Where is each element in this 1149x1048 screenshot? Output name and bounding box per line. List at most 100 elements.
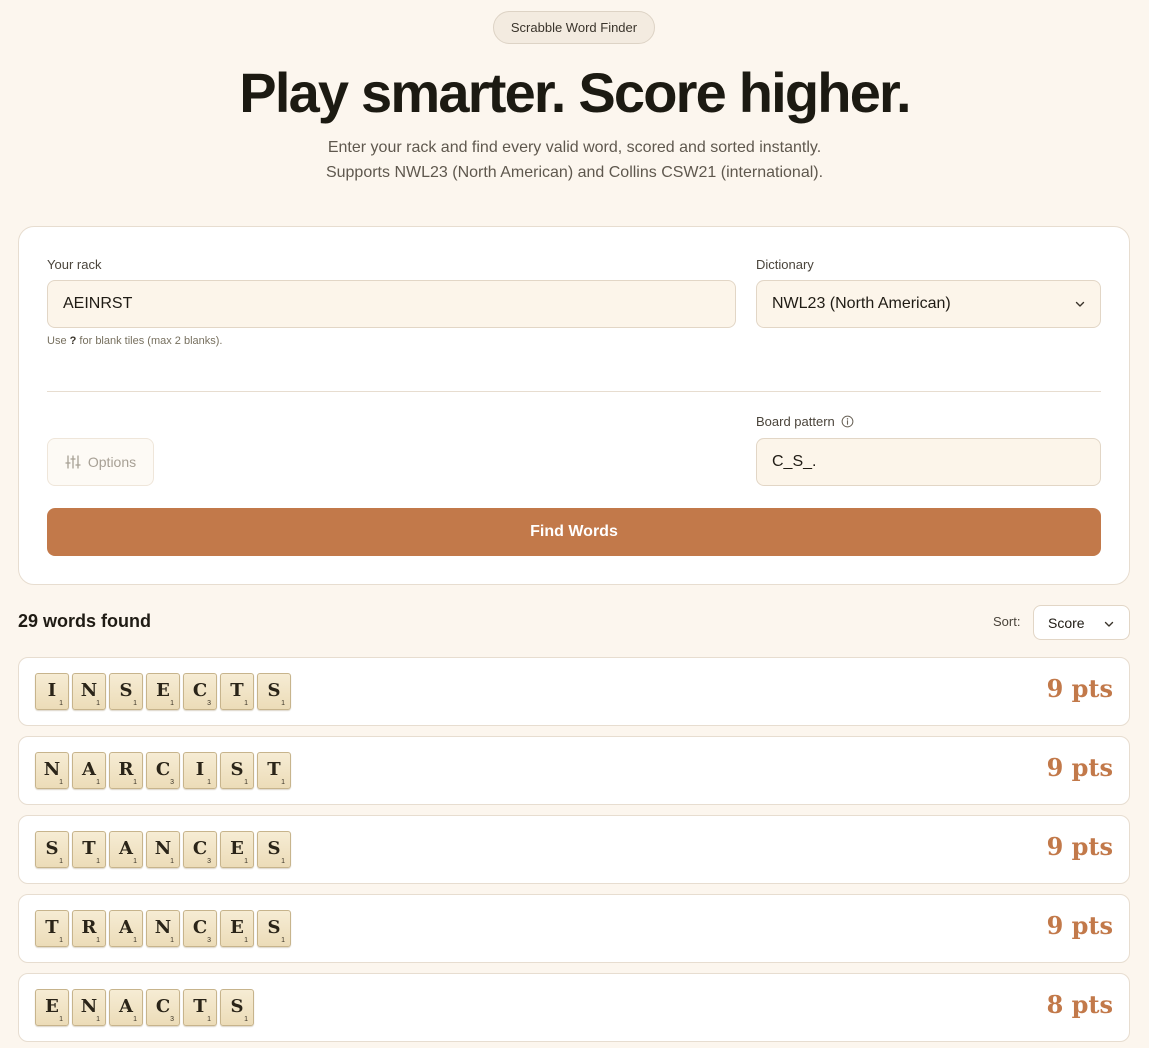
letter-tile: C3 bbox=[146, 752, 180, 789]
letter-tile: E1 bbox=[35, 989, 69, 1026]
sort-select[interactable]: Score bbox=[1033, 605, 1130, 640]
tile-value: 1 bbox=[133, 1016, 137, 1023]
chevron-down-icon bbox=[1104, 621, 1114, 627]
tile-value: 3 bbox=[207, 937, 211, 944]
tile-value: 1 bbox=[170, 858, 174, 865]
word-result-row[interactable]: S1T1A1N1C3E1S19 pts bbox=[18, 815, 1130, 884]
letter-tile: I1 bbox=[183, 752, 217, 789]
word-result-row[interactable]: E1N1A1C3T1S18 pts bbox=[18, 973, 1130, 1042]
letter-tile: S1 bbox=[220, 989, 254, 1026]
letter-tile: T1 bbox=[183, 989, 217, 1026]
tile-value: 1 bbox=[244, 858, 248, 865]
options-button[interactable]: Options bbox=[47, 438, 154, 486]
rack-input[interactable]: AEINRST bbox=[47, 280, 736, 328]
letter-tile: S1 bbox=[257, 910, 291, 947]
tile-value: 1 bbox=[59, 858, 63, 865]
tile-value: 1 bbox=[281, 779, 285, 786]
tile-letter: T bbox=[230, 680, 244, 701]
word-result-row[interactable]: N1A1R1C3I1S1T19 pts bbox=[18, 736, 1130, 805]
dictionary-label: Dictionary bbox=[756, 257, 814, 272]
tile-letter: A bbox=[119, 996, 133, 1017]
letter-tile: N1 bbox=[35, 752, 69, 789]
word-tiles: N1A1R1C3I1S1T1 bbox=[35, 752, 291, 789]
tile-letter: T bbox=[267, 759, 281, 780]
letter-tile: E1 bbox=[220, 910, 254, 947]
letter-tile: T1 bbox=[35, 910, 69, 947]
tile-letter: E bbox=[230, 838, 244, 859]
letter-tile: N1 bbox=[72, 989, 106, 1026]
tile-value: 1 bbox=[281, 858, 285, 865]
tile-letter: A bbox=[119, 838, 133, 859]
tile-letter: I bbox=[195, 759, 205, 780]
letter-tile: S1 bbox=[257, 673, 291, 710]
tile-value: 3 bbox=[170, 1016, 174, 1023]
chevron-down-icon bbox=[1075, 301, 1085, 307]
tile-value: 1 bbox=[244, 1016, 248, 1023]
tile-value: 1 bbox=[59, 779, 63, 786]
letter-tile: E1 bbox=[220, 831, 254, 868]
rack-input-value: AEINRST bbox=[63, 295, 133, 312]
tile-letter: S bbox=[45, 838, 59, 859]
tile-letter: N bbox=[80, 996, 98, 1017]
tile-letter: E bbox=[156, 680, 170, 701]
word-score: 9 pts bbox=[1046, 832, 1113, 861]
tile-value: 3 bbox=[207, 700, 211, 707]
tile-letter: C bbox=[155, 996, 171, 1017]
letter-tile: T1 bbox=[72, 831, 106, 868]
tile-value: 1 bbox=[133, 779, 137, 786]
letter-tile: R1 bbox=[72, 910, 106, 947]
word-tiles: S1T1A1N1C3E1S1 bbox=[35, 831, 291, 868]
word-score: 9 pts bbox=[1046, 674, 1113, 703]
letter-tile: A1 bbox=[72, 752, 106, 789]
tile-letter: S bbox=[230, 759, 244, 780]
find-words-button[interactable]: Find Words bbox=[47, 508, 1101, 556]
page-subtitle-line2: Supports NWL23 (North American) and Coll… bbox=[325, 164, 824, 181]
word-result-row[interactable]: I1N1S1E1C3T1S19 pts bbox=[18, 657, 1130, 726]
word-score: 9 pts bbox=[1046, 753, 1113, 782]
tile-letter: T bbox=[45, 917, 59, 938]
page: Scrabble Word Finder Play smarter. Score… bbox=[0, 0, 1149, 1048]
dictionary-select[interactable]: NWL23 (North American) bbox=[756, 280, 1101, 328]
board-pattern-label: Board pattern bbox=[756, 414, 835, 429]
form-divider bbox=[47, 391, 1101, 392]
tile-value: 1 bbox=[244, 700, 248, 707]
tile-value: 1 bbox=[207, 779, 211, 786]
tile-letter: E bbox=[230, 917, 244, 938]
tile-letter: A bbox=[119, 917, 133, 938]
tile-value: 1 bbox=[59, 700, 63, 707]
tile-value: 1 bbox=[244, 937, 248, 944]
tile-letter: S bbox=[119, 680, 133, 701]
letter-tile: A1 bbox=[109, 989, 143, 1026]
rack-hint-suffix: for blank tiles (max 2 blanks). bbox=[79, 335, 223, 347]
tile-value: 1 bbox=[96, 1016, 100, 1023]
tile-value: 3 bbox=[170, 779, 174, 786]
letter-tile: N1 bbox=[72, 673, 106, 710]
options-label: Options bbox=[87, 454, 137, 470]
info-icon[interactable] bbox=[841, 415, 854, 428]
board-pattern-input[interactable]: C_S_. bbox=[756, 438, 1101, 486]
tile-letter: R bbox=[81, 917, 97, 938]
tile-value: 3 bbox=[207, 858, 211, 865]
tile-value: 1 bbox=[244, 779, 248, 786]
tile-value: 1 bbox=[133, 858, 137, 865]
letter-tile: C3 bbox=[183, 673, 217, 710]
tile-value: 1 bbox=[133, 700, 137, 707]
rack-hint-key: ? bbox=[69, 335, 77, 347]
results-count: 29 words found bbox=[18, 611, 152, 631]
tile-letter: T bbox=[193, 996, 207, 1017]
sort-label: Sort: bbox=[993, 614, 1021, 629]
letter-tile: S1 bbox=[35, 831, 69, 868]
tile-value: 1 bbox=[59, 937, 63, 944]
tile-letter: S bbox=[267, 680, 281, 701]
tile-value: 1 bbox=[59, 1016, 63, 1023]
tile-letter: S bbox=[267, 838, 281, 859]
word-result-row[interactable]: T1R1A1N1C3E1S19 pts bbox=[18, 894, 1130, 963]
tile-value: 1 bbox=[133, 937, 137, 944]
tile-value: 1 bbox=[170, 700, 174, 707]
rack-hint: Use ? for blank tiles (max 2 blanks). bbox=[47, 335, 222, 347]
word-score: 9 pts bbox=[1046, 911, 1113, 940]
tile-value: 1 bbox=[170, 937, 174, 944]
letter-tile: N1 bbox=[146, 831, 180, 868]
tile-letter: C bbox=[192, 838, 208, 859]
tile-value: 1 bbox=[96, 858, 100, 865]
